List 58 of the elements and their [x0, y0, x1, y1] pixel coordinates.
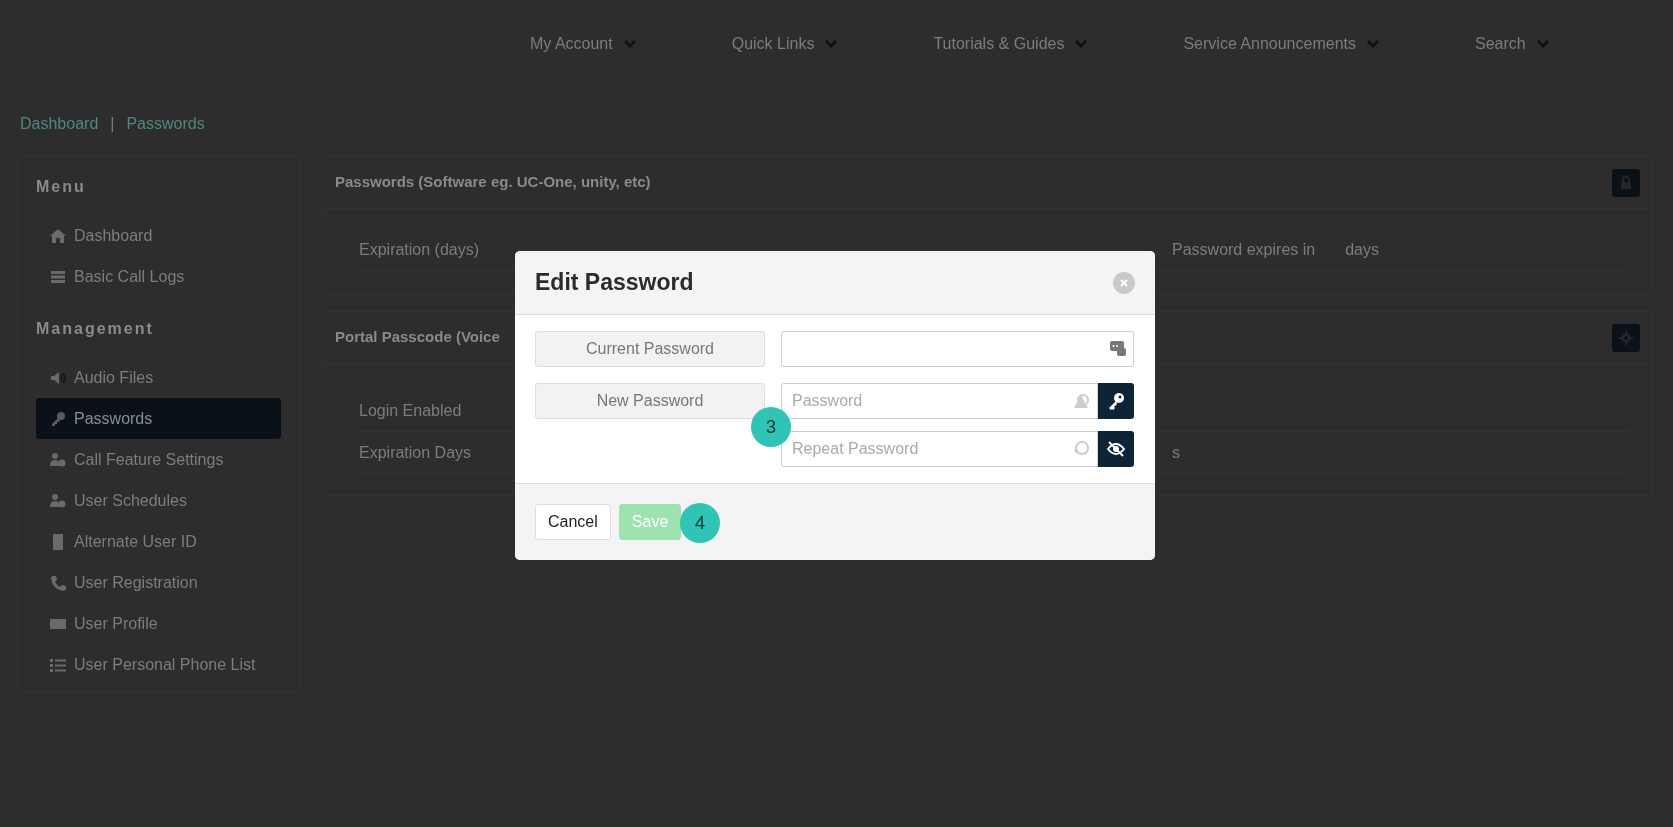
sidebar-item[interactable]: Call Feature Settings — [36, 439, 281, 480]
lock-button[interactable] — [1612, 168, 1640, 197]
settings-button[interactable] — [1612, 323, 1640, 352]
chevron-down-icon — [622, 39, 637, 49]
field-value: Password expires in — [1172, 239, 1316, 260]
current-password-field[interactable] — [781, 331, 1134, 367]
chevron-down-icon — [824, 39, 839, 49]
sidebar-item[interactable]: Audio Files — [36, 357, 281, 398]
sidebar-item-icon — [50, 268, 66, 285]
sidebar-item-icon — [50, 533, 66, 550]
sidebar-heading: Menu — [36, 177, 87, 197]
sidebar-item-icon — [50, 227, 66, 244]
field-unit: days — [1345, 239, 1379, 260]
sidebar-item-icon — [50, 492, 66, 509]
sidebar-item[interactable]: User Profile — [36, 603, 281, 644]
chevron-down-icon — [1074, 39, 1089, 49]
close-icon — [1119, 277, 1129, 288]
nav-menu-link[interactable]: Tutorials & Guides — [933, 32, 1089, 56]
cancel-button[interactable]: Cancel — [535, 504, 611, 540]
eye-slash-icon — [1106, 439, 1126, 459]
sidebar-item-icon — [50, 410, 66, 427]
nav-menu-link[interactable]: Service Announcements — [1183, 32, 1380, 56]
sidebar-item[interactable]: User Schedules — [36, 480, 281, 521]
chevron-down-icon — [1535, 39, 1550, 49]
sidebar-item-icon — [50, 369, 66, 386]
breadcrumb-link[interactable]: Passwords — [126, 112, 205, 136]
sidebar-item[interactable]: Dashboard — [36, 215, 281, 256]
sidebar-item[interactable]: Basic Call Logs — [36, 256, 281, 297]
field-label: Expiration Days — [359, 443, 472, 461]
panel-title: Portal Passcode (Voice — [335, 327, 500, 348]
generate-password-button[interactable] — [1098, 383, 1134, 419]
sidebar-heading: Management — [36, 319, 155, 339]
toggle-visibility-button[interactable] — [1098, 431, 1134, 467]
sidebar-item[interactable]: Passwords — [36, 398, 281, 439]
sidebar-item-icon — [50, 574, 66, 591]
breadcrumb-separator: | — [110, 114, 115, 134]
sidebar-item-icon — [50, 451, 66, 468]
sidebar-item[interactable]: User Registration — [36, 562, 281, 603]
sidebar-item[interactable]: Alternate User ID — [36, 521, 281, 562]
lock-icon — [1619, 175, 1633, 190]
nav-menu-link[interactable]: Search — [1474, 32, 1550, 56]
sidebar-item-icon — [50, 656, 66, 673]
nav-menu-link[interactable]: Quick Links — [731, 32, 839, 56]
field-value: s — [1172, 442, 1180, 463]
chevron-down-icon — [1365, 39, 1380, 49]
nav-menu-link[interactable]: My Account — [530, 32, 637, 56]
dialog-title: Edit Password — [535, 268, 694, 297]
password-manager-icon — [1110, 340, 1126, 356]
close-button[interactable] — [1113, 271, 1135, 294]
panel-title: Passwords (Software eg. UC-One, unity, etc) — [335, 172, 651, 193]
new-password-field[interactable]: Password — [781, 383, 1098, 419]
breadcrumb-link[interactable]: Dashboard — [20, 112, 99, 136]
sidebar-item[interactable]: User Personal Phone List — [36, 644, 281, 685]
field-label: New Password — [535, 383, 765, 419]
field-label: Current Password — [535, 331, 765, 367]
repeat-password-field[interactable]: Repeat Password — [781, 431, 1098, 467]
field-label: Expiration (days) — [359, 240, 480, 258]
field-label: Login Enabled — [359, 401, 462, 419]
